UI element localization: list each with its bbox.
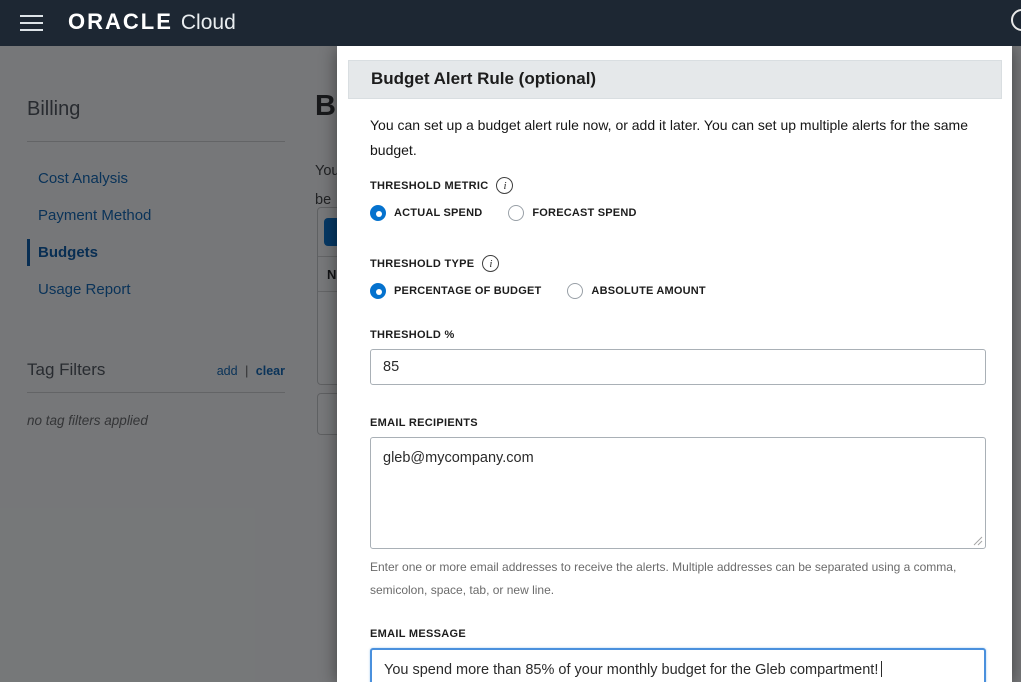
oracle-cloud-logo: ORACLE Cloud: [68, 9, 236, 35]
threshold-percent-label: THRESHOLD %: [370, 329, 986, 341]
email-message-textarea[interactable]: You spend more than 85% of your monthly …: [370, 648, 986, 682]
radio-circle-icon: [567, 283, 583, 299]
modal-intro-text: You can set up a budget alert rule now, …: [370, 113, 975, 163]
radio-circle-icon: [508, 205, 524, 221]
email-message-label: EMAIL MESSAGE: [370, 628, 986, 640]
hamburger-menu-icon[interactable]: [20, 15, 43, 31]
brand-oracle: ORACLE: [68, 9, 173, 35]
radio-absolute-amount[interactable]: ABSOLUTE AMOUNT: [567, 283, 705, 299]
modal-title: Budget Alert Rule (optional): [371, 69, 596, 88]
email-recipients-label: EMAIL RECIPIENTS: [370, 417, 986, 429]
email-recipients-help-text: Enter one or more email addresses to rec…: [370, 556, 992, 602]
email-recipients-textarea[interactable]: gleb@mycompany.com: [370, 437, 986, 549]
resize-grabber-icon[interactable]: [973, 536, 983, 546]
radio-circle-icon: [370, 205, 386, 221]
top-navigation-bar: ORACLE Cloud: [0, 0, 1021, 46]
user-menu-icon[interactable]: [1011, 9, 1021, 31]
text-cursor: [881, 661, 882, 677]
info-icon[interactable]: i: [482, 255, 499, 272]
budget-alert-rule-modal: Budget Alert Rule (optional) You can set…: [337, 46, 1012, 682]
threshold-metric-label: THRESHOLD METRIC: [370, 180, 488, 192]
threshold-percent-input[interactable]: [370, 349, 986, 385]
threshold-type-label: THRESHOLD TYPE: [370, 258, 474, 270]
radio-actual-spend[interactable]: ACTUAL SPEND: [370, 205, 482, 221]
radio-circle-icon: [370, 283, 386, 299]
info-icon[interactable]: i: [496, 177, 513, 194]
modal-header: Budget Alert Rule (optional): [348, 60, 1002, 99]
threshold-type-radio-group: PERCENTAGE OF BUDGET ABSOLUTE AMOUNT: [370, 283, 986, 299]
modal-body: You can set up a budget alert rule now, …: [337, 99, 1012, 682]
radio-percentage-of-budget[interactable]: PERCENTAGE OF BUDGET: [370, 283, 541, 299]
threshold-metric-radio-group: ACTUAL SPEND FORECAST SPEND: [370, 205, 986, 221]
brand-cloud: Cloud: [181, 11, 236, 35]
radio-forecast-spend[interactable]: FORECAST SPEND: [508, 205, 636, 221]
screen: ORACLE Cloud Billing Cost Analysis Payme…: [0, 0, 1021, 682]
